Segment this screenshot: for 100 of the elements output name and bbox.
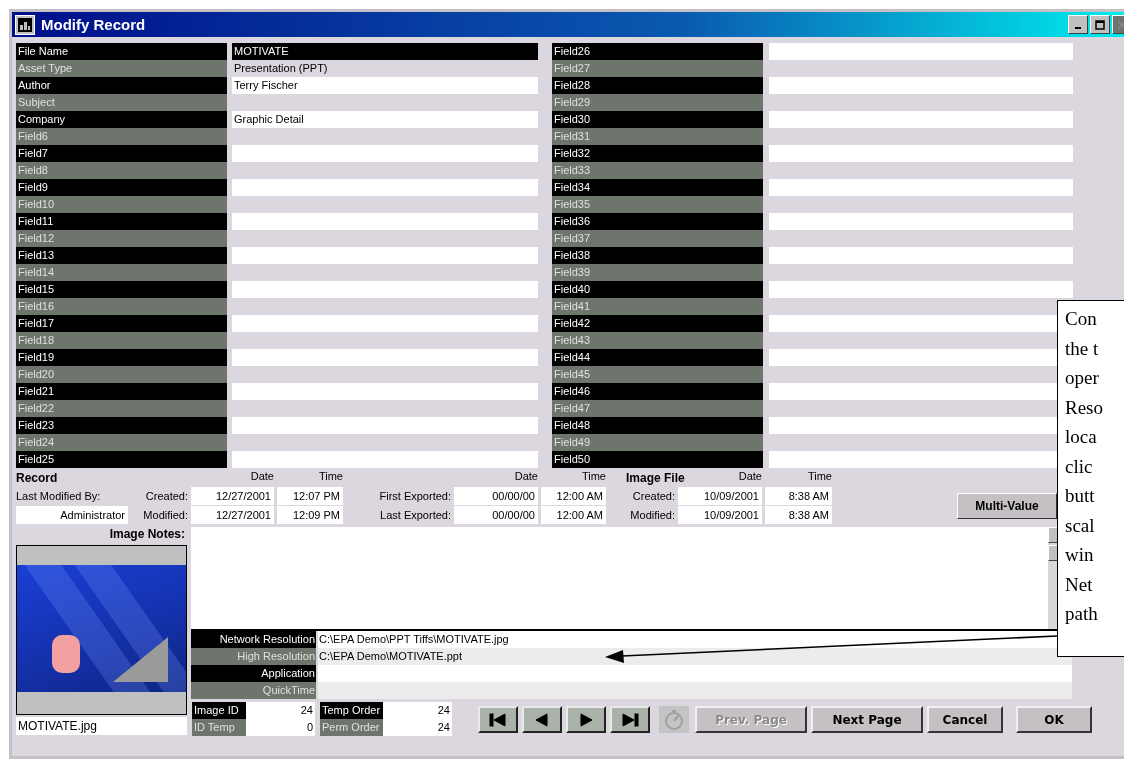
- field-label: Field42: [552, 315, 763, 332]
- field-input[interactable]: [232, 145, 538, 162]
- first-record-button[interactable]: [478, 706, 518, 733]
- dialog-button[interactable]: Cancel: [927, 706, 1003, 733]
- field-label: Field16: [16, 298, 227, 315]
- time-field[interactable]: 12:09 PM: [277, 506, 343, 524]
- time-field[interactable]: 8:38 AM: [765, 487, 832, 505]
- callout-text: oper: [1065, 366, 1099, 390]
- number-field[interactable]: 24: [383, 702, 452, 719]
- path-field[interactable]: [318, 682, 1072, 699]
- field-label: Field11: [16, 213, 227, 230]
- date-field[interactable]: 12/27/2001: [191, 487, 274, 505]
- field-label: Last Exported:: [379, 508, 452, 523]
- app-icon: [15, 14, 35, 35]
- column-header: Time: [318, 470, 344, 484]
- date-field[interactable]: 10/09/2001: [678, 487, 762, 505]
- time-field[interactable]: 12:00 AM: [541, 487, 606, 505]
- minimize-button[interactable]: [1068, 15, 1088, 34]
- path-field[interactable]: C:\EPA Demo\MOTIVATE.ppt: [318, 648, 1072, 665]
- date-field[interactable]: 12/27/2001: [191, 506, 274, 524]
- field-label: First Exported:: [378, 489, 452, 504]
- field-input[interactable]: [232, 383, 538, 400]
- field-label: Created:: [631, 489, 676, 504]
- previous-record-button[interactable]: [522, 706, 562, 733]
- field-label: Field39: [552, 264, 763, 281]
- callout-text: clic: [1065, 454, 1093, 479]
- field-input[interactable]: [232, 179, 538, 196]
- field-label: Last Modified By:: [16, 489, 102, 504]
- skip-to-start-icon: [488, 712, 508, 727]
- column-header: Date: [738, 470, 763, 484]
- field-input[interactable]: [769, 145, 1073, 162]
- field-input[interactable]: MOTIVATE: [232, 43, 538, 60]
- next-record-button[interactable]: [566, 706, 606, 733]
- maximize-button[interactable]: [1090, 15, 1110, 34]
- callout-text: Con: [1065, 307, 1097, 331]
- time-field[interactable]: 12:07 PM: [277, 487, 343, 505]
- multi-value-button[interactable]: Multi-Value: [957, 492, 1057, 519]
- path-field[interactable]: [318, 665, 1072, 682]
- dialog-button[interactable]: Next Page: [811, 706, 923, 733]
- callout-text: Net: [1065, 572, 1093, 597]
- field-label: High Resolution: [191, 648, 316, 665]
- time-field[interactable]: 8:38 AM: [765, 506, 832, 524]
- callout-text: butt: [1065, 484, 1095, 508]
- field-label: Created:: [144, 489, 189, 504]
- field-label: Field14: [16, 264, 227, 281]
- field-input[interactable]: [232, 315, 538, 332]
- number-field[interactable]: 24: [246, 702, 315, 719]
- field-input[interactable]: Graphic Detail: [232, 111, 538, 128]
- field-label: Field12: [16, 230, 227, 247]
- field-input[interactable]: [769, 111, 1073, 128]
- field-label: Image ID: [192, 702, 246, 719]
- field-label: Field15: [16, 281, 227, 298]
- close-icon: [1117, 19, 1124, 30]
- filename-field[interactable]: MOTIVATE.jpg: [16, 717, 187, 735]
- skip-to-end-icon: [620, 712, 640, 727]
- field-label: Field38: [552, 247, 763, 264]
- minimize-icon: [1075, 27, 1081, 29]
- callout-text: scal: [1065, 513, 1095, 538]
- date-field[interactable]: 10/09/2001: [678, 506, 762, 524]
- field-input[interactable]: [232, 349, 538, 366]
- field-input[interactable]: [232, 247, 538, 264]
- time-field[interactable]: 12:00 AM: [541, 506, 606, 524]
- number-field[interactable]: 24: [383, 719, 452, 736]
- field-label: Field29: [552, 94, 763, 111]
- number-field[interactable]: 0: [246, 719, 315, 736]
- field-label: Field10: [16, 196, 227, 213]
- field-input[interactable]: [769, 247, 1073, 264]
- modified-by-field[interactable]: Administrator: [16, 506, 128, 524]
- field-label: Field6: [16, 128, 227, 145]
- date-field[interactable]: 00/00/00: [454, 506, 538, 524]
- maximize-icon: [1095, 19, 1105, 30]
- field-input[interactable]: [232, 417, 538, 434]
- field-input[interactable]: [769, 179, 1073, 196]
- last-record-button[interactable]: [610, 706, 650, 733]
- field-label: QuickTime: [191, 682, 316, 699]
- dialog-button[interactable]: OK: [1016, 706, 1092, 733]
- field-input[interactable]: [232, 281, 538, 298]
- field-label: Field22: [16, 400, 227, 417]
- field-input[interactable]: [769, 281, 1073, 298]
- field-label: Field50: [552, 451, 763, 468]
- field-label: Field9: [16, 179, 227, 196]
- field-label: Field26: [552, 43, 763, 60]
- field-input[interactable]: [769, 213, 1073, 230]
- field-label: Field19: [16, 349, 227, 366]
- field-label: Field36: [552, 213, 763, 230]
- field-input[interactable]: [769, 77, 1073, 94]
- field-label: Field41: [552, 298, 763, 315]
- field-label: File Name: [16, 43, 227, 60]
- column-header: Date: [250, 470, 275, 484]
- field-label: Field8: [16, 162, 227, 179]
- field-input[interactable]: [769, 43, 1073, 60]
- section-heading: Image File: [626, 470, 685, 486]
- date-field[interactable]: 00/00/00: [454, 487, 538, 505]
- field-input[interactable]: [232, 213, 538, 230]
- field-label: Temp Order: [320, 702, 383, 719]
- field-label: ID Temp: [192, 719, 246, 736]
- field-label: Field17: [16, 315, 227, 332]
- field-label: Field35: [552, 196, 763, 213]
- field-input[interactable]: [232, 451, 538, 468]
- field-input[interactable]: Terry Fischer: [232, 77, 538, 94]
